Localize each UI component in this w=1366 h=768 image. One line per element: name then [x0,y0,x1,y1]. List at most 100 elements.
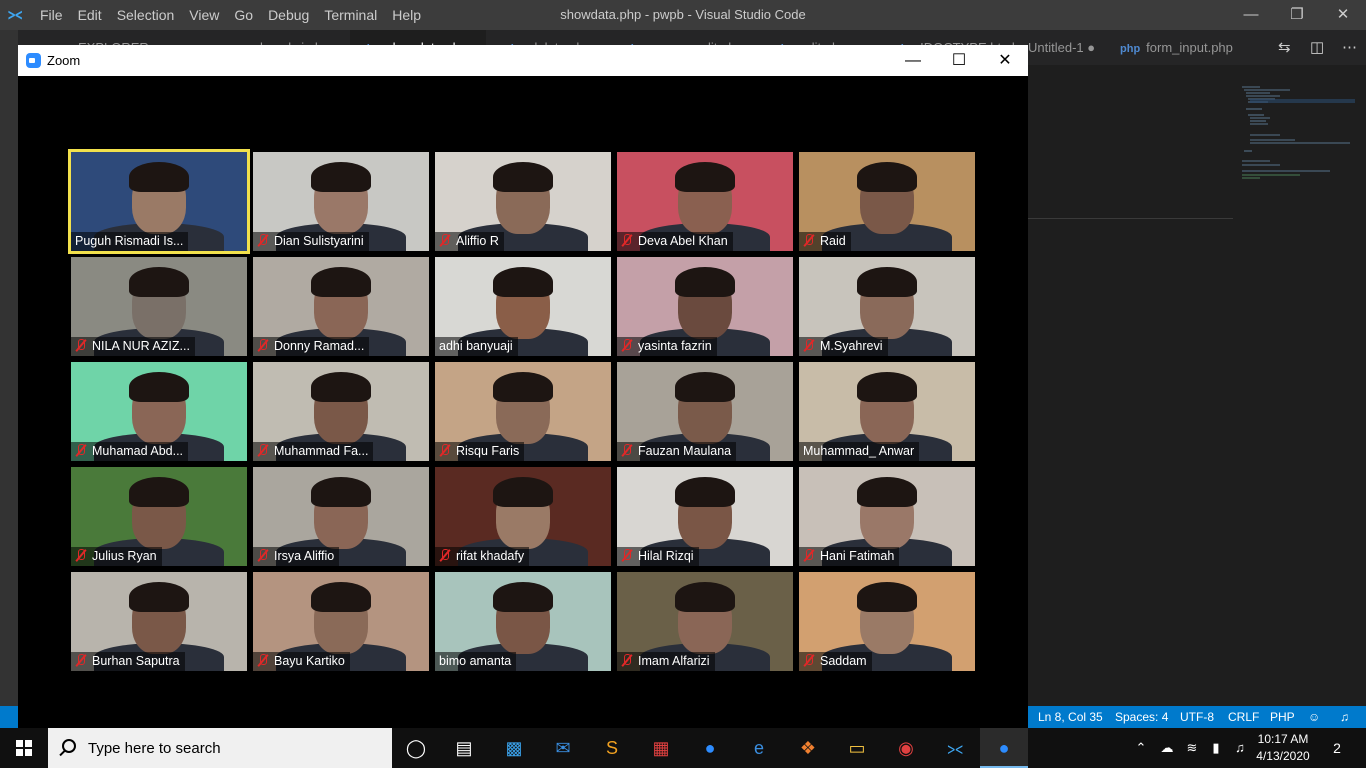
wifi-icon[interactable]: ≋ [1180,728,1204,768]
vscode-close-button[interactable]: ✕ [1320,0,1366,30]
zoom-taskbar-icon[interactable]: ● [980,728,1028,768]
participant-video-tile[interactable]: Muhammad Fa... [253,362,429,461]
taskbar-search-box[interactable]: Type here to search [48,728,392,768]
participant-video-tile[interactable]: Bayu Kartiko [253,572,429,671]
participant-name-bar: M.Syahrevi [799,337,888,356]
participant-video-tile[interactable]: adhi banyuaji [435,257,611,356]
participant-name: Hani Fatimah [820,549,895,563]
participant-name-bar: Bayu Kartiko [253,652,350,671]
status-language[interactable]: PHP [1270,710,1295,724]
notifications-button[interactable]: 2 [1320,728,1354,768]
participant-name-bar: Julius Ryan [71,547,162,566]
status-indentation[interactable]: Spaces: 4 [1115,710,1168,724]
unsaved-dot-icon: ● [1087,40,1096,55]
more-actions-icon[interactable]: ⋯ [1332,30,1362,65]
store-icon[interactable]: ▩ [490,728,538,768]
participant-name-bar: Fauzan Maulana [617,442,737,461]
participant-video-tile[interactable]: Dian Sulistyarini [253,152,429,251]
vscode-activity-bar [0,30,18,706]
php-file-icon: php [1120,43,1141,55]
zoom-logo-icon [26,53,41,68]
vscode-minimize-button[interactable]: — [1228,0,1274,30]
vscode-restore-button[interactable]: ❐ [1274,0,1320,30]
zoom-titlebar: Zoom — ☐ ✕ [18,45,1028,76]
participant-video-tile[interactable]: Muhamad Abd... [71,362,247,461]
task-view-icon[interactable]: ▤ [440,728,488,768]
participant-video-tile[interactable]: bimo amanta [435,572,611,671]
participant-video-tile[interactable]: rifat khadafy [435,467,611,566]
participant-name: Muhammad_ Anwar [803,444,915,458]
muted-microphone-icon [257,234,269,247]
bell-icon[interactable]: ♫ [1340,710,1349,724]
participant-name: Saddam [820,654,867,668]
participant-hair [493,477,553,507]
participant-hair [493,267,553,297]
participant-name: Bayu Kartiko [274,654,345,668]
muted-microphone-icon [621,234,633,247]
participant-video-tile[interactable]: Risqu Faris [435,362,611,461]
gift-icon[interactable]: ▦ [637,728,685,768]
participant-name-bar: Saddam [799,652,872,671]
participant-video-tile[interactable]: Fauzan Maulana [617,362,793,461]
participant-name: Aliffio R [456,234,499,248]
participant-video-tile[interactable]: yasinta fazrin [617,257,793,356]
edge-icon[interactable]: e [735,728,783,768]
zoom-close-button[interactable]: ✕ [982,45,1028,76]
participant-name: NILA NUR AZIZ... [92,339,190,353]
tab-untitled[interactable]: Untitled-1 ● [1018,30,1118,65]
zoom-minimize-button[interactable]: — [890,45,936,76]
participant-name-bar: yasinta fazrin [617,337,717,356]
start-button[interactable] [0,728,48,768]
volume-icon[interactable]: ♫ [1228,728,1252,768]
participant-hair [857,162,917,192]
clock-date: 4/13/2020 [1256,749,1310,763]
cortana-icon[interactable]: ◯ [392,728,440,768]
compare-changes-icon[interactable]: ⇆ [1268,30,1298,65]
participant-video-tile[interactable]: M.Syahrevi [799,257,975,356]
muted-microphone-icon [803,234,815,247]
feedback-icon[interactable]: ☺ [1308,710,1320,724]
network-error-icon[interactable]: ☁ [1154,728,1180,768]
participant-video-tile[interactable]: Irsya Aliffio [253,467,429,566]
participant-name-bar: Muhammad_ Anwar [799,442,920,461]
participant-video-tile[interactable]: Muhammad_ Anwar [799,362,975,461]
participant-video-tile[interactable]: Saddam [799,572,975,671]
battery-icon[interactable]: ▮ [1204,728,1228,768]
split-editor-icon[interactable]: ◫ [1300,30,1330,65]
muted-microphone-icon [257,339,269,352]
status-encoding[interactable]: UTF-8 [1180,710,1214,724]
status-cursor-position[interactable]: Ln 8, Col 35 [1038,710,1103,724]
participant-video-tile[interactable]: Aliffio R [435,152,611,251]
sublime-icon[interactable]: S [588,728,636,768]
zoom-maximize-button[interactable]: ☐ [936,45,982,76]
status-eol[interactable]: CRLF [1228,710,1259,724]
participant-video-tile[interactable]: Puguh Rismadi Is... [68,149,250,254]
vscode-window-title: showdata.php - pwpb - Visual Studio Code [560,7,806,22]
participant-name: Muhamad Abd... [92,444,184,458]
participant-video-tile[interactable]: Deva Abel Khan [617,152,793,251]
participant-name-bar: Muhammad Fa... [253,442,374,461]
participant-hair [675,372,735,402]
participant-video-tile[interactable]: Hilal Rizqi [617,467,793,566]
participant-video-tile[interactable]: Imam Alfarizi [617,572,793,671]
xampp-icon[interactable]: ❖ [784,728,832,768]
vscode-taskbar-icon[interactable]: ⪥ [931,728,979,768]
participant-video-tile[interactable]: Donny Ramad... [253,257,429,356]
show-hidden-icons-icon[interactable]: ⌃ [1128,728,1154,768]
participant-name-bar: Donny Ramad... [253,337,370,356]
minimap[interactable] [1240,85,1355,185]
zoom-app-icon[interactable]: ● [686,728,734,768]
mail-icon[interactable]: ✉ [539,728,587,768]
participant-video-tile[interactable]: Burhan Saputra [71,572,247,671]
participant-video-tile[interactable]: NILA NUR AZIZ... [71,257,247,356]
muted-microphone-icon [621,654,633,667]
participant-name-bar: Irsya Aliffio [253,547,340,566]
tab-form-input[interactable]: php form_input.php [1110,30,1260,65]
participant-video-tile[interactable]: Raid [799,152,975,251]
participant-video-tile[interactable]: Julius Ryan [71,467,247,566]
chrome-icon[interactable]: ◉ [882,728,930,768]
participant-video-tile[interactable]: Hani Fatimah [799,467,975,566]
taskbar-clock[interactable]: 10:17 AM 4/13/2020 [1253,731,1313,765]
participant-name-bar: Hani Fatimah [799,547,900,566]
file-explorer-icon[interactable]: ▭ [833,728,881,768]
